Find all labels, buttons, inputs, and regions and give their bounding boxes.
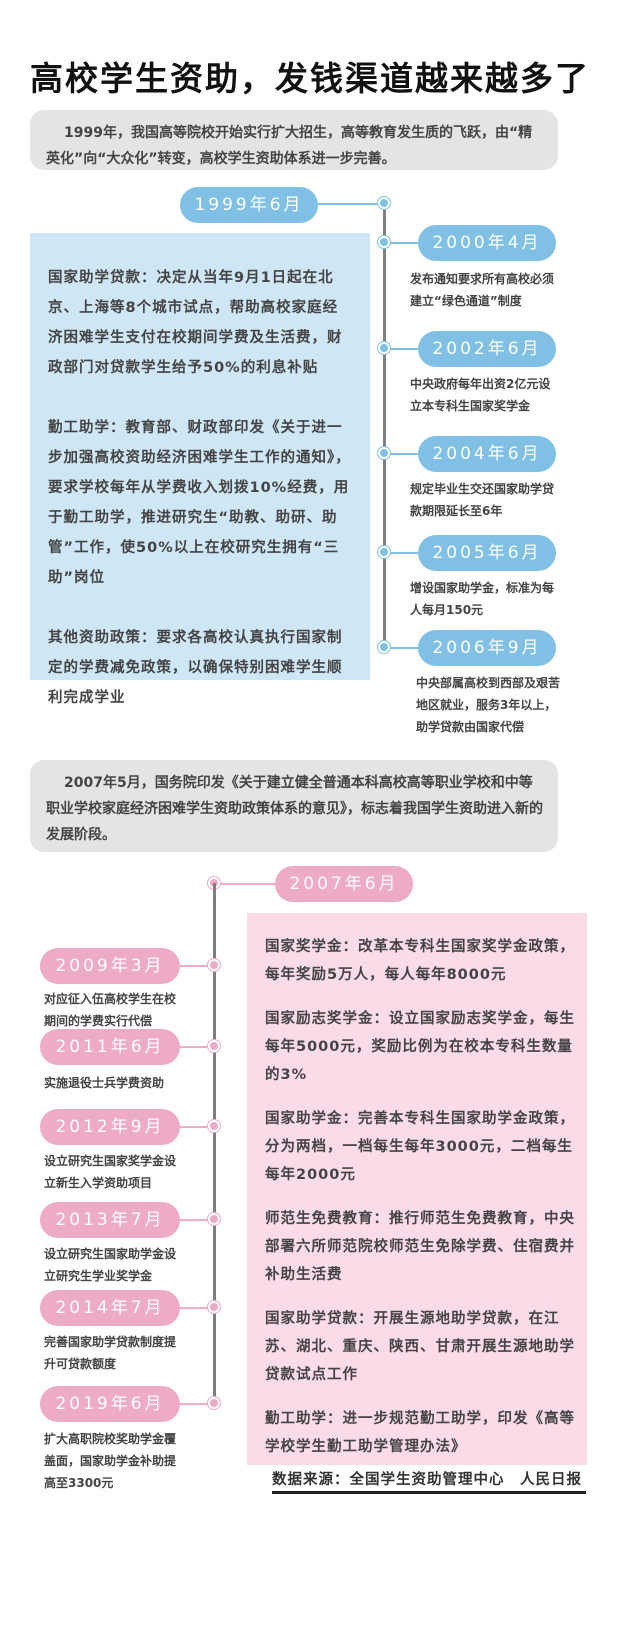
connector-line (180, 965, 210, 967)
timeline-dot (378, 447, 390, 459)
policy-item: 勤工助学：教育部、财政部印发《关于进一步加强高校资助经济困难学生工作的通知》，要… (48, 420, 351, 586)
event-date: 2013年7月 (40, 1202, 180, 1238)
timeline-dot (208, 1040, 220, 1052)
connector-line (390, 552, 420, 554)
event-text: 中央部属高校到西部及艰苦地区就业，服务3年以上，助学贷款由国家代偿 (416, 676, 561, 734)
page-title: 高校学生资助，发钱渠道越来越多了 (30, 59, 590, 98)
policy-item: 国家助学贷款：开展生源地助学贷款，在江苏、湖北、重庆、陕西、甘肃开展生源地助学贷… (265, 1311, 575, 1383)
policy-item: 其他资助政策：要求各高校认真执行国家制定的学费减免政策，以确保特别困难学生顺利完… (48, 630, 343, 706)
event-text: 规定毕业生交还国家助学贷款期限延长至6年 (410, 482, 555, 518)
event-date: 2000年4月 (418, 225, 556, 261)
event-date: 2009年3月 (40, 948, 180, 984)
connector-line (180, 1403, 210, 1405)
main-date-2007: 2007年6月 (275, 866, 413, 902)
event-date: 2004年6月 (418, 436, 556, 472)
timeline-dot (208, 1301, 220, 1313)
timeline-dot (378, 197, 390, 209)
intro-2007: 2007年5月，国务院印发《关于建立健全普通本科高校高等职业学校和中等职业学校家… (30, 760, 558, 852)
timeline-dot (208, 1120, 220, 1132)
connector-line (180, 1307, 210, 1309)
event-text: 设立研究生国家奖学金设立新生入学资助项目 (44, 1154, 177, 1190)
timeline-dot (208, 1213, 220, 1225)
connector-line (390, 242, 420, 244)
connector-line (180, 1046, 210, 1048)
event-date: 2011年6月 (40, 1029, 180, 1065)
policy-item: 国家助学贷款：决定从当年9月1日起在北京、上海等8个城市试点，帮助高校家庭经济困… (48, 270, 343, 376)
connector-line (390, 647, 420, 649)
event-text: 完善国家助学贷款制度提升可贷款额度 (44, 1335, 177, 1371)
policy-item: 勤工助学：进一步规范勤工助学，印发《高等学校学生勤工助学管理办法》 (265, 1411, 575, 1455)
connector-line (390, 348, 420, 350)
policy-item: 师范生免费教育：推行师范生免费教育，中央部署六所师范院校师范生免除学费、住宿费并… (265, 1211, 575, 1283)
timeline-dot (208, 1397, 220, 1409)
source-underline (272, 1491, 586, 1494)
policy-box-1999: 国家助学贷款：决定从当年9月1日起在北京、上海等8个城市试点，帮助高校家庭经济困… (30, 233, 370, 706)
intro-1999: 1999年，我国高等院校开始实行扩大招生，高等教育发生质的飞跃，由“精英化”向“… (30, 110, 558, 170)
event-text: 扩大高职院校奖助学金覆盖面，国家助学金补助提高至3300元 (44, 1432, 177, 1490)
connector-line (180, 1126, 210, 1128)
policy-item: 国家奖学金：改革本专科生国家奖学金政策，每年奖励5万人，每人每年8000元 (265, 939, 575, 983)
event-date: 2006年9月 (418, 630, 556, 666)
timeline-dot (378, 236, 390, 248)
event-text: 增设国家助学金，标准为每人每月150元 (410, 581, 555, 617)
event-date: 2012年9月 (40, 1109, 180, 1145)
event-text: 设立研究生国家助学金设立研究生学业奖学金 (44, 1247, 177, 1283)
timeline-dot (378, 342, 390, 354)
connector-line (220, 883, 280, 885)
connector-line (390, 453, 420, 455)
connector-line (180, 1219, 210, 1221)
event-date: 2002年6月 (418, 331, 556, 367)
event-date: 2005年6月 (418, 535, 556, 571)
event-text: 中央政府每年出资2亿元设立本专科生国家奖学金 (410, 377, 551, 413)
event-date: 2014年7月 (40, 1290, 180, 1326)
event-text: 对应征入伍高校学生在校期间的学费实行代偿 (44, 992, 177, 1028)
main-date-1999: 1999年6月 (180, 187, 318, 223)
timeline-dot (378, 641, 390, 653)
source-note: 数据来源：全国学生资助管理中心 人民日报 (272, 1472, 582, 1488)
policy-item: 国家励志奖学金：设立国家励志奖学金，每生每年5000元，奖励比例为在校本专科生数… (265, 1011, 575, 1083)
connector-line (318, 203, 380, 205)
timeline-1-axis (383, 203, 386, 646)
event-text: 发布通知要求所有高校必须建立“绿色通道”制度 (410, 272, 555, 308)
policy-item: 国家助学金：完善本专科生国家助学金政策，分为两档，一档每生每年3000元，二档每… (265, 1111, 575, 1183)
event-date: 2019年6月 (40, 1386, 180, 1422)
event-text: 实施退役士兵学费资助 (44, 1076, 165, 1090)
timeline-dot (208, 959, 220, 971)
timeline-dot (378, 546, 390, 558)
policy-box-2007: 国家奖学金：改革本专科生国家奖学金政策，每年奖励5万人，每人每年8000元 国家… (247, 913, 587, 1465)
